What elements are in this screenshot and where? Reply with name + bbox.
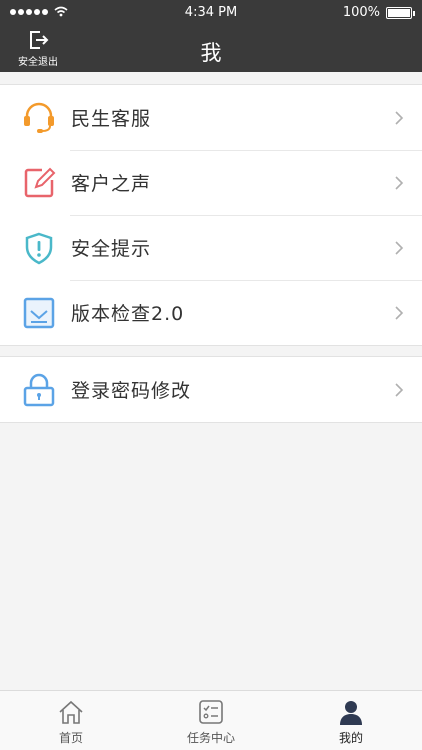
menu-group-main: 民生客服 客户之声 安全提示 版本检查2.0 [0, 84, 422, 346]
menu-item-customer-service[interactable]: 民生客服 [0, 85, 422, 150]
tab-label: 首页 [58, 731, 83, 745]
lock-icon [23, 373, 55, 407]
shield-icon [25, 232, 53, 265]
tab-task-center[interactable]: 任务中心 [171, 699, 251, 746]
battery-icon [386, 6, 415, 19]
menu-item-label: 登录密码修改 [71, 380, 192, 402]
inbox-icon [23, 297, 55, 329]
menu-group-password: 登录密码修改 [0, 356, 422, 423]
tab-home[interactable]: 首页 [31, 699, 111, 746]
chevron-right-icon [395, 176, 404, 190]
chevron-right-icon [395, 111, 404, 125]
battery-area: 100% [342, 5, 415, 20]
menu-item-version-check[interactable]: 版本检查2.0 [0, 280, 422, 345]
menu-item-security-tips[interactable]: 安全提示 [0, 215, 422, 280]
tab-bar: 首页 任务中心 我的 [0, 690, 422, 750]
home-icon [59, 700, 83, 724]
chevron-right-icon [395, 306, 404, 320]
tab-label: 任务中心 [186, 731, 235, 745]
headset-icon [24, 102, 54, 133]
menu-item-customer-voice[interactable]: 客户之声 [0, 150, 422, 215]
edit-icon [24, 167, 56, 198]
menu-item-label: 客户之声 [71, 173, 152, 195]
tab-mine[interactable]: 我的 [311, 699, 391, 746]
page-title: 我 [200, 41, 222, 65]
tab-label: 我的 [338, 731, 363, 745]
nav-bar: 安全退出 我 [0, 26, 422, 72]
chevron-right-icon [395, 241, 404, 255]
menu-item-label: 民生客服 [71, 108, 152, 130]
task-list-icon [199, 700, 223, 724]
battery-percent: 100% [342, 5, 380, 20]
menu-item-label: 安全提示 [71, 238, 152, 260]
status-bar: 4:34 PM 100% [0, 0, 422, 26]
menu-item-label: 版本检查2.0 [71, 303, 185, 325]
menu-item-change-password[interactable]: 登录密码修改 [0, 357, 422, 422]
person-icon [340, 701, 362, 725]
chevron-right-icon [395, 383, 404, 397]
